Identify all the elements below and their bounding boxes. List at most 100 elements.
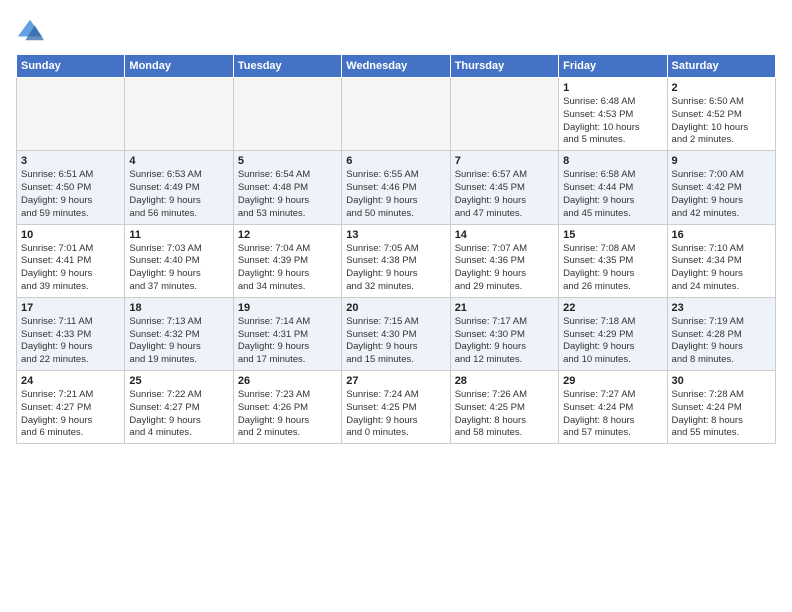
- day-number: 22: [563, 302, 662, 314]
- day-number: 24: [21, 375, 120, 387]
- calendar-cell: 17Sunrise: 7:11 AM Sunset: 4:33 PM Dayli…: [17, 297, 125, 370]
- calendar-cell: 22 Sunrise: 7:18 AM Sunset: 4:29 PM Dayli…: [559, 297, 667, 370]
- calendar-week-4: 24 Sunrise: 7:21 AM Sunset: 4:27 PM Dayli…: [17, 371, 776, 444]
- day-info: Sunrise: 7:26 AM Sunset: 4:25 PM Dayligh…: [455, 389, 554, 440]
- day-number: 23: [672, 302, 771, 314]
- day-number: 16: [672, 229, 771, 241]
- day-info: Sunrise: 7:11 AM Sunset: 4:33 PM Dayligh…: [21, 316, 120, 367]
- calendar-cell: 20 Sunrise: 7:15 AM Sunset: 4:30 PM Dayli…: [342, 297, 450, 370]
- calendar-cell: 6 Sunrise: 6:55 AM Sunset: 4:46 PM Daylig…: [342, 151, 450, 224]
- calendar-cell: 25 Sunrise: 7:22 AM Sunset: 4:27 PM Dayli…: [125, 371, 233, 444]
- day-info: Sunrise: 6:53 AM Sunset: 4:49 PM Dayligh…: [129, 169, 228, 220]
- day-info: Sunrise: 6:48 AM Sunset: 4:53 PM Dayligh…: [563, 96, 662, 147]
- day-info: Sunrise: 7:08 AM Sunset: 4:35 PM Dayligh…: [563, 243, 662, 294]
- day-info: Sunrise: 7:28 AM Sunset: 4:24 PM Dayligh…: [672, 389, 771, 440]
- calendar-header-row: SundayMondayTuesdayWednesdayThursdayFrid…: [17, 55, 776, 78]
- day-number: 28: [455, 375, 554, 387]
- day-info: Sunrise: 7:04 AM Sunset: 4:39 PM Dayligh…: [238, 243, 337, 294]
- day-info: Sunrise: 6:55 AM Sunset: 4:46 PM Dayligh…: [346, 169, 445, 220]
- calendar-header-tuesday: Tuesday: [233, 55, 341, 78]
- day-number: 29: [563, 375, 662, 387]
- day-info: Sunrise: 7:07 AM Sunset: 4:36 PM Dayligh…: [455, 243, 554, 294]
- day-number: 26: [238, 375, 337, 387]
- calendar-header-wednesday: Wednesday: [342, 55, 450, 78]
- page: SundayMondayTuesdayWednesdayThursdayFrid…: [0, 0, 792, 612]
- calendar-header-friday: Friday: [559, 55, 667, 78]
- calendar-cell: 26 Sunrise: 7:23 AM Sunset: 4:26 PM Dayli…: [233, 371, 341, 444]
- calendar-week-0: 1 Sunrise: 6:48 AM Sunset: 4:53 PM Daylig…: [17, 78, 776, 151]
- day-number: 21: [455, 302, 554, 314]
- day-number: 3: [21, 155, 120, 167]
- calendar-cell: 12 Sunrise: 7:04 AM Sunset: 4:39 PM Dayli…: [233, 224, 341, 297]
- calendar-header-saturday: Saturday: [667, 55, 775, 78]
- calendar-cell: 13 Sunrise: 7:05 AM Sunset: 4:38 PM Dayli…: [342, 224, 450, 297]
- day-info: Sunrise: 7:05 AM Sunset: 4:38 PM Dayligh…: [346, 243, 445, 294]
- day-number: 11: [129, 229, 228, 241]
- day-info: Sunrise: 7:18 AM Sunset: 4:29 PM Dayligh…: [563, 316, 662, 367]
- day-info: Sunrise: 7:17 AM Sunset: 4:30 PM Dayligh…: [455, 316, 554, 367]
- day-number: 6: [346, 155, 445, 167]
- day-number: 13: [346, 229, 445, 241]
- calendar-cell: [17, 78, 125, 151]
- calendar-cell: 7Sunrise: 6:57 AM Sunset: 4:45 PM Daylig…: [450, 151, 558, 224]
- calendar-header-sunday: Sunday: [17, 55, 125, 78]
- day-info: Sunrise: 6:51 AM Sunset: 4:50 PM Dayligh…: [21, 169, 120, 220]
- day-info: Sunrise: 6:57 AM Sunset: 4:45 PM Dayligh…: [455, 169, 554, 220]
- day-number: 2: [672, 82, 771, 94]
- day-info: Sunrise: 7:27 AM Sunset: 4:24 PM Dayligh…: [563, 389, 662, 440]
- calendar-header-monday: Monday: [125, 55, 233, 78]
- calendar-header-thursday: Thursday: [450, 55, 558, 78]
- calendar-cell: 30 Sunrise: 7:28 AM Sunset: 4:24 PM Dayli…: [667, 371, 775, 444]
- calendar-cell: [342, 78, 450, 151]
- day-info: Sunrise: 7:01 AM Sunset: 4:41 PM Dayligh…: [21, 243, 120, 294]
- calendar-cell: 18 Sunrise: 7:13 AM Sunset: 4:32 PM Dayli…: [125, 297, 233, 370]
- day-number: 9: [672, 155, 771, 167]
- day-number: 14: [455, 229, 554, 241]
- header: [16, 16, 776, 44]
- day-info: Sunrise: 7:22 AM Sunset: 4:27 PM Dayligh…: [129, 389, 228, 440]
- day-info: Sunrise: 7:13 AM Sunset: 4:32 PM Dayligh…: [129, 316, 228, 367]
- calendar-cell: 3 Sunrise: 6:51 AM Sunset: 4:50 PM Daylig…: [17, 151, 125, 224]
- calendar-cell: 4 Sunrise: 6:53 AM Sunset: 4:49 PM Daylig…: [125, 151, 233, 224]
- day-info: Sunrise: 7:14 AM Sunset: 4:31 PM Dayligh…: [238, 316, 337, 367]
- day-number: 8: [563, 155, 662, 167]
- day-number: 4: [129, 155, 228, 167]
- calendar-cell: 16 Sunrise: 7:10 AM Sunset: 4:34 PM Dayli…: [667, 224, 775, 297]
- day-info: Sunrise: 7:10 AM Sunset: 4:34 PM Dayligh…: [672, 243, 771, 294]
- calendar-cell: 8 Sunrise: 6:58 AM Sunset: 4:44 PM Daylig…: [559, 151, 667, 224]
- day-info: Sunrise: 7:15 AM Sunset: 4:30 PM Dayligh…: [346, 316, 445, 367]
- calendar-cell: [233, 78, 341, 151]
- day-number: 25: [129, 375, 228, 387]
- day-info: Sunrise: 6:58 AM Sunset: 4:44 PM Dayligh…: [563, 169, 662, 220]
- day-info: Sunrise: 7:21 AM Sunset: 4:27 PM Dayligh…: [21, 389, 120, 440]
- calendar-week-1: 3 Sunrise: 6:51 AM Sunset: 4:50 PM Daylig…: [17, 151, 776, 224]
- calendar-cell: 1 Sunrise: 6:48 AM Sunset: 4:53 PM Daylig…: [559, 78, 667, 151]
- day-number: 30: [672, 375, 771, 387]
- logo-icon: [16, 16, 44, 44]
- day-info: Sunrise: 7:19 AM Sunset: 4:28 PM Dayligh…: [672, 316, 771, 367]
- day-number: 10: [21, 229, 120, 241]
- calendar-cell: 23 Sunrise: 7:19 AM Sunset: 4:28 PM Dayli…: [667, 297, 775, 370]
- day-number: 19: [238, 302, 337, 314]
- calendar-cell: 14 Sunrise: 7:07 AM Sunset: 4:36 PM Dayli…: [450, 224, 558, 297]
- calendar-cell: 19 Sunrise: 7:14 AM Sunset: 4:31 PM Dayli…: [233, 297, 341, 370]
- day-info: Sunrise: 7:24 AM Sunset: 4:25 PM Dayligh…: [346, 389, 445, 440]
- logo: [16, 16, 48, 44]
- calendar-cell: 24 Sunrise: 7:21 AM Sunset: 4:27 PM Dayli…: [17, 371, 125, 444]
- day-info: Sunrise: 7:03 AM Sunset: 4:40 PM Dayligh…: [129, 243, 228, 294]
- calendar-cell: 28 Sunrise: 7:26 AM Sunset: 4:25 PM Dayli…: [450, 371, 558, 444]
- day-info: Sunrise: 7:00 AM Sunset: 4:42 PM Dayligh…: [672, 169, 771, 220]
- day-number: 20: [346, 302, 445, 314]
- calendar-cell: 9 Sunrise: 7:00 AM Sunset: 4:42 PM Daylig…: [667, 151, 775, 224]
- calendar-cell: [125, 78, 233, 151]
- day-number: 18: [129, 302, 228, 314]
- calendar-cell: 27Sunrise: 7:24 AM Sunset: 4:25 PM Dayli…: [342, 371, 450, 444]
- day-number: 12: [238, 229, 337, 241]
- day-number: 5: [238, 155, 337, 167]
- day-number: 1: [563, 82, 662, 94]
- day-info: Sunrise: 7:23 AM Sunset: 4:26 PM Dayligh…: [238, 389, 337, 440]
- calendar-cell: [450, 78, 558, 151]
- calendar-cell: 10 Sunrise: 7:01 AM Sunset: 4:41 PM Dayli…: [17, 224, 125, 297]
- day-info: Sunrise: 6:50 AM Sunset: 4:52 PM Dayligh…: [672, 96, 771, 147]
- calendar-cell: 15Sunrise: 7:08 AM Sunset: 4:35 PM Dayli…: [559, 224, 667, 297]
